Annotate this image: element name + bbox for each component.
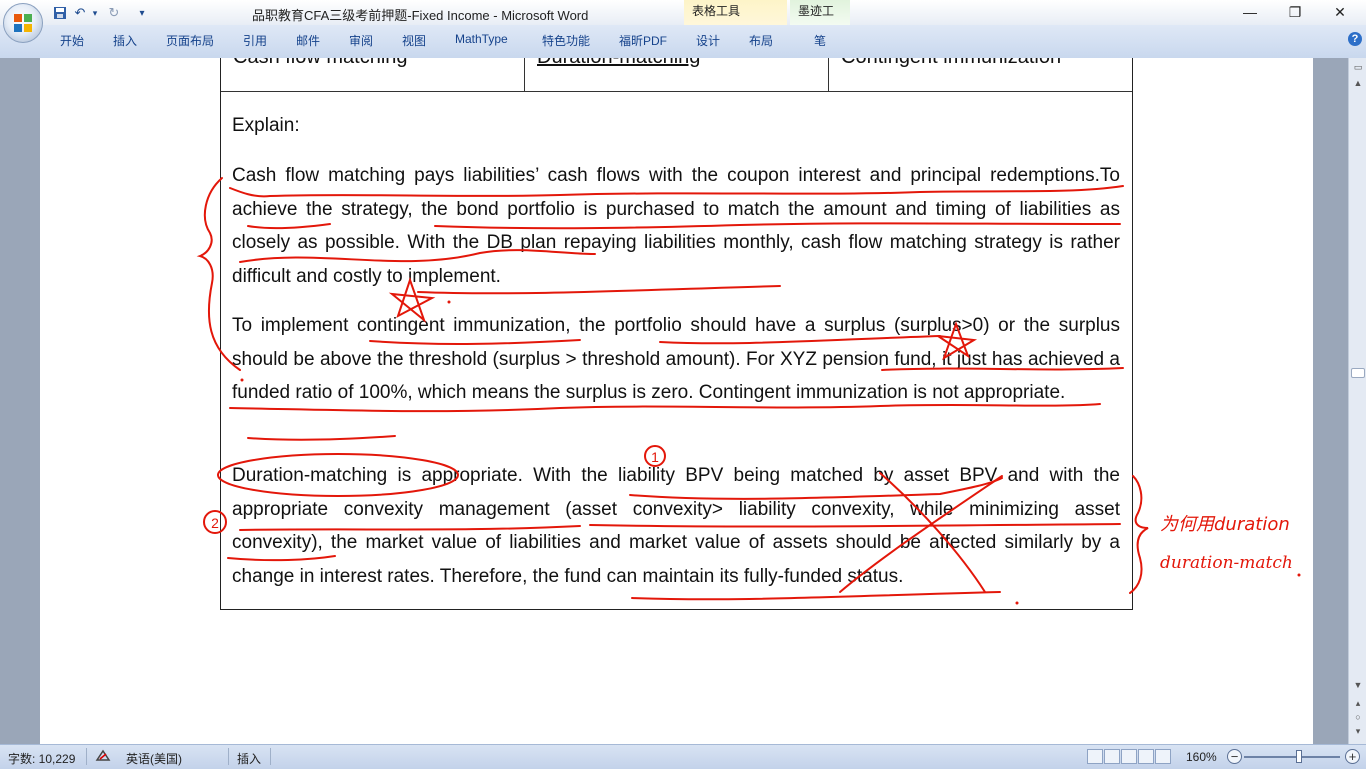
table-header-duration: Duration-matching [537, 58, 700, 69]
scroll-up-icon[interactable]: ▲ [1351, 76, 1365, 90]
full-screen-reading-icon[interactable] [1104, 749, 1120, 764]
proofing-icon[interactable] [95, 748, 111, 767]
print-layout-icon[interactable] [1087, 749, 1103, 764]
undo-icon[interactable]: ↶ [72, 4, 88, 22]
tab-mailings[interactable]: 邮件 [296, 32, 320, 49]
title-bar: ↶ ▾ ↻ ▾ 品职教育CFA三级考前押题-Fixed Income - Mic… [0, 0, 1366, 40]
window-title: 品职教育CFA三级考前押题-Fixed Income - Microsoft W… [252, 8, 589, 23]
table-header-contingent: Contingent immunization [841, 58, 1061, 69]
explain-label: Explain: [232, 115, 300, 136]
status-bar: 字数: 10,229 英语(美国) 插入 160% − + [0, 744, 1366, 769]
zoom-in-icon[interactable]: + [1345, 749, 1360, 764]
language-indicator[interactable]: 英语(美国) [126, 750, 182, 767]
word-count[interactable]: 字数: 10,229 [8, 750, 75, 767]
document-area: Cash flow matching Duration-matching Con… [0, 58, 1348, 744]
web-layout-icon[interactable] [1121, 749, 1137, 764]
scroll-thumb[interactable] [1351, 368, 1365, 378]
close-button[interactable]: ✕ [1320, 2, 1360, 22]
context-tab-ink-tools: 墨迹工具 [790, 0, 850, 40]
office-button[interactable] [3, 3, 43, 43]
draft-view-icon[interactable] [1155, 749, 1171, 764]
tab-layout[interactable]: 布局 [749, 32, 773, 49]
minimize-button[interactable]: — [1230, 2, 1270, 22]
scroll-down-icon[interactable]: ▼ [1351, 678, 1365, 692]
zoom-level[interactable]: 160% [1186, 750, 1217, 764]
tab-foxit-pdf[interactable]: 福昕PDF [619, 32, 667, 49]
browse-object-icon[interactable]: ○ [1351, 710, 1365, 724]
redo-icon[interactable]: ↻ [106, 4, 122, 22]
customize-qat-icon[interactable]: ▾ [136, 4, 148, 22]
tab-mathtype[interactable]: MathType [455, 32, 508, 46]
side-note-line-1: 为何用duration [1160, 514, 1290, 535]
tab-home[interactable]: 开始 [60, 32, 84, 49]
context-tab-table-tools: 表格工具 [684, 0, 787, 25]
vertical-scrollbar[interactable]: ▭ ▲ ▼ ▴ ○ ▾ [1348, 58, 1366, 744]
tab-page-layout[interactable]: 页面布局 [166, 32, 214, 49]
undo-dropdown-icon[interactable]: ▾ [90, 4, 100, 22]
paragraph-cash-flow-matching: Cash flow matching pays liabilities’ cas… [232, 165, 1120, 287]
document-page[interactable]: Cash flow matching Duration-matching Con… [40, 58, 1313, 744]
previous-page-icon[interactable]: ▴ [1351, 696, 1365, 710]
insert-mode[interactable]: 插入 [237, 750, 261, 767]
ribbon-tabs: 开始 插入 页面布局 引用 邮件 审阅 视图 MathType 特色功能 福昕P… [0, 25, 1366, 59]
save-icon[interactable] [52, 4, 68, 22]
outline-view-icon[interactable] [1138, 749, 1154, 764]
zoom-slider[interactable] [1244, 756, 1340, 758]
side-note-line-2: duration-match [1160, 553, 1293, 573]
tab-review[interactable]: 审阅 [349, 32, 373, 49]
paragraph-contingent-immunization: To implement contingent immunization, th… [232, 315, 1120, 403]
table-header-cash-flow: Cash flow matching [233, 58, 408, 69]
tab-references[interactable]: 引用 [243, 32, 267, 49]
answer-table: Cash flow matching Duration-matching Con… [220, 58, 1133, 610]
zoom-slider-thumb[interactable] [1296, 750, 1302, 763]
help-icon[interactable]: ? [1348, 32, 1362, 46]
tab-insert[interactable]: 插入 [113, 32, 137, 49]
next-page-icon[interactable]: ▾ [1351, 724, 1365, 738]
svg-text:2: 2 [211, 515, 219, 531]
office-logo-icon [14, 14, 32, 32]
paragraph-duration-matching: Duration-matching is appropriate. With t… [232, 465, 1120, 587]
restore-button[interactable]: ❐ [1275, 2, 1315, 22]
tab-pen[interactable]: 笔 [814, 32, 826, 49]
tab-view[interactable]: 视图 [402, 32, 426, 49]
scroll-ruler-icon[interactable]: ▭ [1351, 60, 1365, 74]
tab-design[interactable]: 设计 [696, 32, 720, 49]
zoom-out-icon[interactable]: − [1227, 749, 1242, 764]
tab-special-features[interactable]: 特色功能 [542, 32, 590, 49]
